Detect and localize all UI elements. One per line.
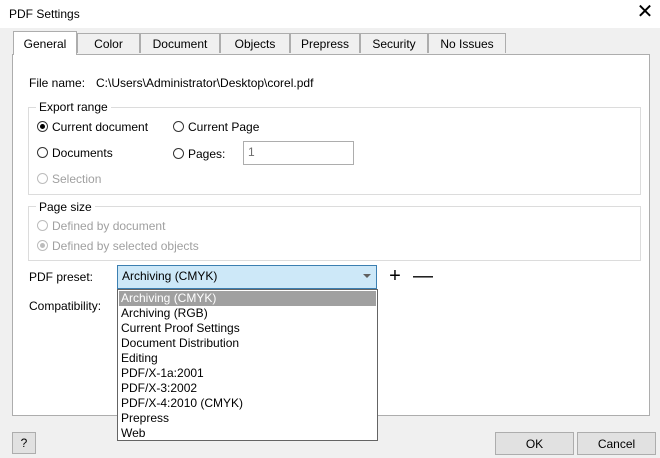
tab-objects[interactable]: Objects bbox=[220, 33, 290, 53]
selection-radio[interactable] bbox=[37, 173, 48, 184]
plus-icon[interactable]: + bbox=[385, 266, 405, 287]
tab-security[interactable]: Security bbox=[360, 33, 428, 53]
close-icon[interactable]: ✕ bbox=[634, 2, 656, 24]
documents-label[interactable]: Documents bbox=[52, 146, 113, 160]
export-range-legend: Export range bbox=[36, 100, 111, 114]
minus-icon[interactable]: — bbox=[413, 266, 433, 287]
pdf-preset-label: PDF preset: bbox=[29, 270, 94, 284]
current-document-radio[interactable] bbox=[37, 121, 48, 132]
pdf-preset-value: Archiving (CMYK) bbox=[122, 269, 218, 283]
preset-option-web[interactable]: Web bbox=[119, 426, 376, 441]
preset-option-editing[interactable]: Editing bbox=[119, 351, 376, 366]
pdf-preset-combobox[interactable]: Archiving (CMYK) bbox=[117, 265, 377, 289]
pages-radio[interactable] bbox=[173, 148, 184, 159]
preset-option-pdfx-1a[interactable]: PDF/X-1a:2001 bbox=[119, 366, 376, 381]
preset-option-archiving-rgb[interactable]: Archiving (RGB) bbox=[119, 306, 376, 321]
file-name-label: File name: bbox=[29, 76, 86, 90]
tab-document[interactable]: Document bbox=[140, 33, 220, 53]
preset-option-archiving-cmyk[interactable]: Archiving (CMYK) bbox=[119, 291, 376, 306]
file-name-value: C:\Users\Administrator\Desktop\corel.pdf bbox=[96, 76, 314, 90]
preset-option-prepress[interactable]: Prepress bbox=[119, 411, 376, 426]
documents-radio[interactable] bbox=[37, 147, 48, 158]
tab-no-issues[interactable]: No Issues bbox=[428, 33, 506, 53]
tab-prepress[interactable]: Prepress bbox=[290, 33, 360, 53]
defined-by-selected-label: Defined by selected objects bbox=[52, 239, 199, 253]
current-page-label[interactable]: Current Page bbox=[188, 120, 259, 134]
ok-button[interactable]: OK bbox=[495, 432, 574, 455]
cancel-button[interactable]: Cancel bbox=[577, 432, 656, 455]
compatibility-label: Compatibility: bbox=[29, 299, 102, 313]
selection-label: Selection bbox=[52, 172, 102, 186]
page-size-legend: Page size bbox=[36, 200, 95, 214]
preset-option-pdfx-3[interactable]: PDF/X-3:2002 bbox=[119, 381, 376, 396]
chevron-down-icon[interactable] bbox=[363, 274, 371, 278]
pages-input[interactable]: 1 bbox=[243, 141, 354, 165]
current-document-label[interactable]: Current document bbox=[52, 120, 148, 134]
window-title: PDF Settings bbox=[9, 7, 80, 21]
defined-by-document-label: Defined by document bbox=[52, 219, 166, 233]
help-button[interactable]: ? bbox=[12, 432, 36, 454]
preset-option-pdfx-4[interactable]: PDF/X-4:2010 (CMYK) bbox=[119, 396, 376, 411]
tab-general[interactable]: General bbox=[13, 31, 77, 55]
preset-option-document-distribution[interactable]: Document Distribution bbox=[119, 336, 376, 351]
current-page-radio[interactable] bbox=[173, 121, 184, 132]
tab-color[interactable]: Color bbox=[77, 33, 140, 53]
title-bar bbox=[0, 0, 660, 28]
defined-by-document-radio[interactable] bbox=[37, 220, 48, 231]
pdf-preset-dropdown-list: Archiving (CMYK) Archiving (RGB) Current… bbox=[117, 289, 378, 441]
defined-by-selected-radio[interactable] bbox=[37, 240, 48, 251]
preset-option-current-proof-settings[interactable]: Current Proof Settings bbox=[119, 321, 376, 336]
pages-label[interactable]: Pages: bbox=[188, 147, 225, 161]
